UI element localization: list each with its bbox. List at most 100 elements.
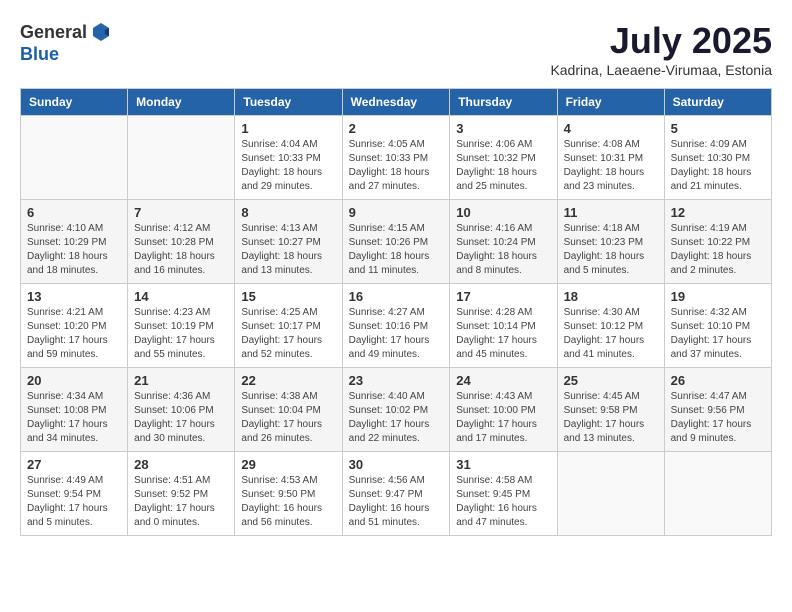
column-header-friday: Friday — [557, 89, 664, 116]
calendar-cell: 8 Sunrise: 4:13 AM Sunset: 10:27 PM Dayli… — [235, 200, 342, 284]
day-info: Sunrise: 4:21 AM Sunset: 10:20 PM Daylig… — [27, 306, 121, 362]
day-info: Sunrise: 4:51 AM Sunset: 9:52 PM Dayligh… — [134, 474, 228, 530]
day-number: 11 — [564, 205, 658, 220]
calendar-cell: 17 Sunrise: 4:28 AM Sunset: 10:14 PM Dayl… — [450, 284, 557, 368]
day-number: 17 — [456, 289, 550, 304]
day-number: 29 — [241, 457, 335, 472]
calendar-cell: 25 Sunrise: 4:45 AM Sunset: 9:58 PM Dayli… — [557, 368, 664, 452]
calendar-cell: 31Sunrise: 4:58 AM Sunset: 9:45 PM Dayli… — [450, 452, 557, 536]
day-info: Sunrise: 4:13 AM Sunset: 10:27 PM Daylig… — [241, 222, 335, 278]
day-number: 7 — [134, 205, 228, 220]
calendar-cell: 10 Sunrise: 4:16 AM Sunset: 10:24 PM Dayl… — [450, 200, 557, 284]
day-info: Sunrise: 4:25 AM Sunset: 10:17 PM Daylig… — [241, 306, 335, 362]
calendar-cell: 11 Sunrise: 4:18 AM Sunset: 10:23 PM Dayl… — [557, 200, 664, 284]
day-number: 3 — [456, 121, 550, 136]
calendar-cell — [128, 116, 235, 200]
column-header-tuesday: Tuesday — [235, 89, 342, 116]
column-header-wednesday: Wednesday — [342, 89, 450, 116]
calendar-week-row: 6 Sunrise: 4:10 AM Sunset: 10:29 PM Dayli… — [21, 200, 772, 284]
calendar-cell: 19Sunrise: 4:32 AM Sunset: 10:10 PM Dayl… — [664, 284, 771, 368]
day-number: 20 — [27, 373, 121, 388]
day-number: 2 — [349, 121, 444, 136]
calendar-cell: 24Sunrise: 4:43 AM Sunset: 10:00 PM Dayl… — [450, 368, 557, 452]
day-number: 12 — [671, 205, 765, 220]
calendar-header-row: SundayMondayTuesdayWednesdayThursdayFrid… — [21, 89, 772, 116]
day-info: Sunrise: 4:08 AM Sunset: 10:31 PM Daylig… — [564, 138, 658, 194]
day-number: 6 — [27, 205, 121, 220]
calendar-cell: 16Sunrise: 4:27 AM Sunset: 10:16 PM Dayl… — [342, 284, 450, 368]
calendar-cell: 9 Sunrise: 4:15 AM Sunset: 10:26 PM Dayli… — [342, 200, 450, 284]
day-info: Sunrise: 4:34 AM Sunset: 10:08 PM Daylig… — [27, 390, 121, 446]
day-info: Sunrise: 4:45 AM Sunset: 9:58 PM Dayligh… — [564, 390, 658, 446]
day-info: Sunrise: 4:36 AM Sunset: 10:06 PM Daylig… — [134, 390, 228, 446]
day-info: Sunrise: 4:10 AM Sunset: 10:29 PM Daylig… — [27, 222, 121, 278]
column-header-monday: Monday — [128, 89, 235, 116]
month-title: July 2025 — [550, 20, 772, 62]
calendar-cell: 4 Sunrise: 4:08 AM Sunset: 10:31 PM Dayli… — [557, 116, 664, 200]
calendar-cell: 2 Sunrise: 4:05 AM Sunset: 10:33 PM Dayli… — [342, 116, 450, 200]
day-info: Sunrise: 4:19 AM Sunset: 10:22 PM Daylig… — [671, 222, 765, 278]
day-info: Sunrise: 4:16 AM Sunset: 10:24 PM Daylig… — [456, 222, 550, 278]
day-number: 21 — [134, 373, 228, 388]
day-number: 13 — [27, 289, 121, 304]
calendar-cell: 26Sunrise: 4:47 AM Sunset: 9:56 PM Dayli… — [664, 368, 771, 452]
day-number: 8 — [241, 205, 335, 220]
calendar-cell: 15 Sunrise: 4:25 AM Sunset: 10:17 PM Dayl… — [235, 284, 342, 368]
day-number: 28 — [134, 457, 228, 472]
day-info: Sunrise: 4:05 AM Sunset: 10:33 PM Daylig… — [349, 138, 444, 194]
day-info: Sunrise: 4:18 AM Sunset: 10:23 PM Daylig… — [564, 222, 658, 278]
calendar-cell: 27 Sunrise: 4:49 AM Sunset: 9:54 PM Dayli… — [21, 452, 128, 536]
day-number: 5 — [671, 121, 765, 136]
day-info: Sunrise: 4:06 AM Sunset: 10:32 PM Daylig… — [456, 138, 550, 194]
title-section: July 2025 Kadrina, Laeaene-Virumaa, Esto… — [550, 20, 772, 78]
day-info: Sunrise: 4:53 AM Sunset: 9:50 PM Dayligh… — [241, 474, 335, 530]
day-number: 18 — [564, 289, 658, 304]
calendar-cell: 3 Sunrise: 4:06 AM Sunset: 10:32 PM Dayli… — [450, 116, 557, 200]
calendar-cell: 18 Sunrise: 4:30 AM Sunset: 10:12 PM Dayl… — [557, 284, 664, 368]
calendar-cell — [21, 116, 128, 200]
day-info: Sunrise: 4:23 AM Sunset: 10:19 PM Daylig… — [134, 306, 228, 362]
day-number: 1 — [241, 121, 335, 136]
day-number: 4 — [564, 121, 658, 136]
calendar-cell: 12 Sunrise: 4:19 AM Sunset: 10:22 PM Dayl… — [664, 200, 771, 284]
calendar-cell: 13 Sunrise: 4:21 AM Sunset: 10:20 PM Dayl… — [21, 284, 128, 368]
day-info: Sunrise: 4:40 AM Sunset: 10:02 PM Daylig… — [349, 390, 444, 446]
calendar-cell: 21 Sunrise: 4:36 AM Sunset: 10:06 PM Dayl… — [128, 368, 235, 452]
calendar-cell: 20 Sunrise: 4:34 AM Sunset: 10:08 PM Dayl… — [21, 368, 128, 452]
day-info: Sunrise: 4:30 AM Sunset: 10:12 PM Daylig… — [564, 306, 658, 362]
day-number: 23 — [349, 373, 444, 388]
calendar-cell: 1Sunrise: 4:04 AM Sunset: 10:33 PM Dayli… — [235, 116, 342, 200]
day-info: Sunrise: 4:12 AM Sunset: 10:28 PM Daylig… — [134, 222, 228, 278]
day-number: 15 — [241, 289, 335, 304]
day-info: Sunrise: 4:56 AM Sunset: 9:47 PM Dayligh… — [349, 474, 444, 530]
calendar-cell: 30 Sunrise: 4:56 AM Sunset: 9:47 PM Dayli… — [342, 452, 450, 536]
day-info: Sunrise: 4:38 AM Sunset: 10:04 PM Daylig… — [241, 390, 335, 446]
day-info: Sunrise: 4:28 AM Sunset: 10:14 PM Daylig… — [456, 306, 550, 362]
logo-blue-text: Blue — [20, 44, 59, 65]
day-info: Sunrise: 4:49 AM Sunset: 9:54 PM Dayligh… — [27, 474, 121, 530]
day-number: 9 — [349, 205, 444, 220]
calendar-cell: 5 Sunrise: 4:09 AM Sunset: 10:30 PM Dayli… — [664, 116, 771, 200]
day-number: 30 — [349, 457, 444, 472]
day-number: 16 — [349, 289, 444, 304]
calendar-week-row: 20 Sunrise: 4:34 AM Sunset: 10:08 PM Dayl… — [21, 368, 772, 452]
calendar-table: SundayMondayTuesdayWednesdayThursdayFrid… — [20, 88, 772, 536]
calendar-cell: 14 Sunrise: 4:23 AM Sunset: 10:19 PM Dayl… — [128, 284, 235, 368]
day-number: 19 — [671, 289, 765, 304]
calendar-cell: 22Sunrise: 4:38 AM Sunset: 10:04 PM Dayl… — [235, 368, 342, 452]
calendar-week-row: 13 Sunrise: 4:21 AM Sunset: 10:20 PM Dayl… — [21, 284, 772, 368]
day-number: 27 — [27, 457, 121, 472]
day-info: Sunrise: 4:15 AM Sunset: 10:26 PM Daylig… — [349, 222, 444, 278]
day-info: Sunrise: 4:09 AM Sunset: 10:30 PM Daylig… — [671, 138, 765, 194]
calendar-cell — [557, 452, 664, 536]
column-header-sunday: Sunday — [21, 89, 128, 116]
column-header-thursday: Thursday — [450, 89, 557, 116]
day-number: 10 — [456, 205, 550, 220]
logo: General Blue — [20, 20, 113, 65]
column-header-saturday: Saturday — [664, 89, 771, 116]
day-number: 25 — [564, 373, 658, 388]
day-number: 14 — [134, 289, 228, 304]
day-info: Sunrise: 4:43 AM Sunset: 10:00 PM Daylig… — [456, 390, 550, 446]
page-header: General Blue July 2025 Kadrina, Laeaene-… — [20, 20, 772, 78]
day-number: 31 — [456, 457, 550, 472]
